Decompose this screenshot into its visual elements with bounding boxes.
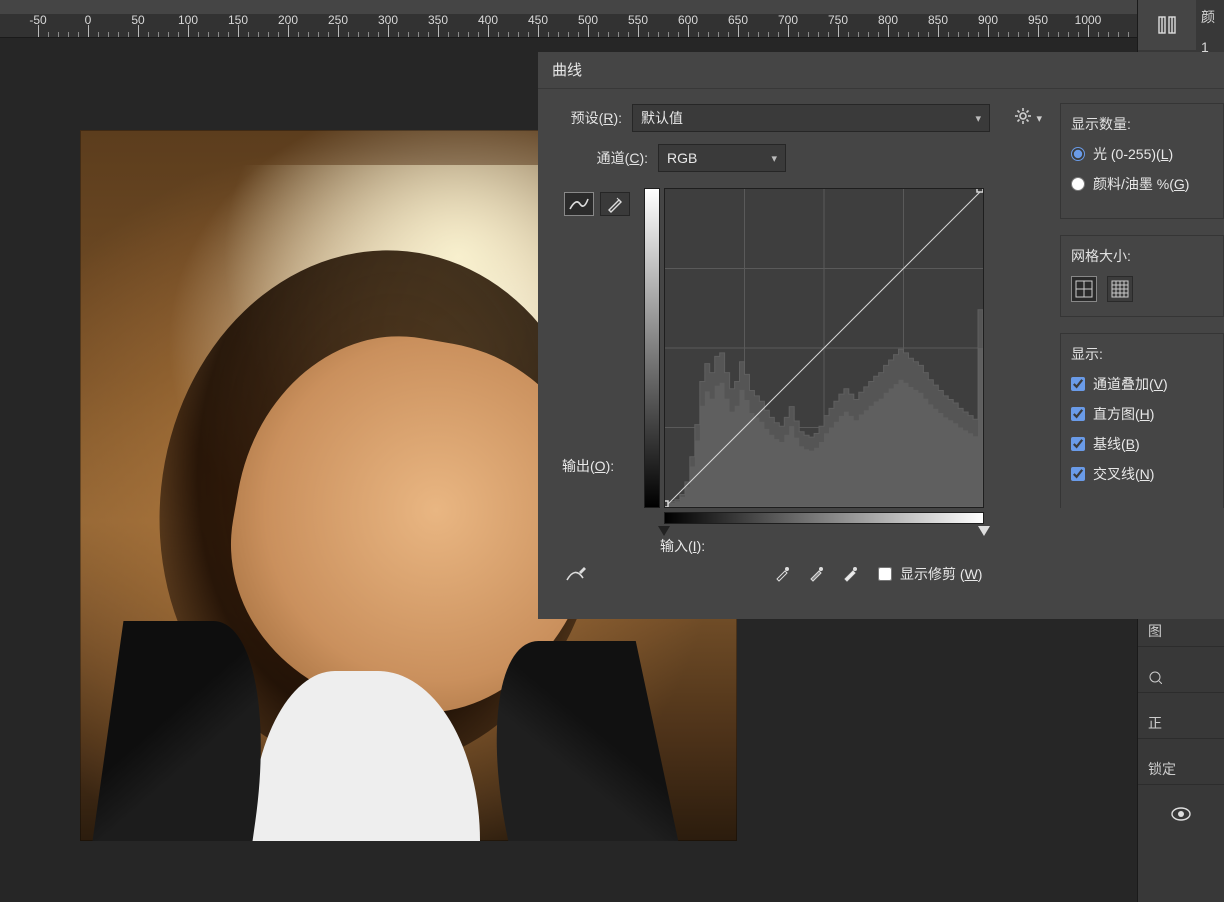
panel-tab-label[interactable]: 颜1 bbox=[1197, 0, 1224, 34]
input-gradient bbox=[664, 512, 984, 524]
input-label: 输入(I): bbox=[660, 536, 705, 556]
panel-row[interactable]: 图 bbox=[1138, 615, 1224, 647]
channel-label: 通道(C): bbox=[550, 148, 648, 168]
targeted-adjustment-tool[interactable] bbox=[564, 562, 592, 586]
radio-light[interactable]: 光 (0-255)(L) bbox=[1071, 144, 1215, 164]
output-label: 输出(O): bbox=[562, 456, 614, 476]
check-intersection[interactable]: 交叉线(N) bbox=[1071, 464, 1215, 484]
check-histogram[interactable]: 直方图(H) bbox=[1071, 404, 1215, 424]
radio-pigment[interactable]: 颜料/油墨 %(G) bbox=[1071, 174, 1215, 194]
preset-label: 预设(R): bbox=[562, 108, 622, 128]
layer-visibility-icon[interactable] bbox=[1138, 799, 1224, 829]
panel-row[interactable]: 锁定 bbox=[1138, 753, 1224, 785]
curve-point-tool[interactable] bbox=[564, 192, 594, 216]
curve-graph[interactable] bbox=[644, 188, 984, 523]
show-clipping-checkbox[interactable]: 显示修剪 (W) bbox=[878, 564, 982, 584]
check-baseline[interactable]: 基线(B) bbox=[1071, 434, 1215, 454]
panel-icon[interactable] bbox=[1138, 0, 1196, 50]
output-gradient bbox=[644, 188, 660, 508]
panel-row[interactable]: 正 bbox=[1138, 707, 1224, 739]
gray-point-eyedropper[interactable] bbox=[806, 564, 826, 584]
preset-select[interactable]: 默认值▾ bbox=[632, 104, 990, 132]
horizontal-ruler: -500501001502002503003504004505005506006… bbox=[0, 14, 1137, 38]
dialog-title: 曲线 bbox=[538, 52, 1224, 89]
gear-icon[interactable]: ▾ bbox=[1014, 107, 1042, 130]
white-point-eyedropper[interactable] bbox=[840, 564, 860, 584]
panel-row[interactable] bbox=[1138, 661, 1224, 693]
grid-4x4-button[interactable] bbox=[1071, 276, 1097, 302]
check-channel-overlay[interactable]: 通道叠加(V) bbox=[1071, 374, 1215, 394]
channel-select[interactable]: RGB▾ bbox=[658, 144, 786, 172]
white-point-slider[interactable] bbox=[978, 526, 990, 536]
show-options-group: 显示: 通道叠加(V) 直方图(H) 基线(B) 交叉线(N) bbox=[1060, 333, 1224, 508]
black-point-slider[interactable] bbox=[658, 526, 670, 536]
grid-size-group: 网格大小: bbox=[1060, 235, 1224, 317]
black-point-eyedropper[interactable] bbox=[772, 564, 792, 584]
curve-pencil-tool[interactable] bbox=[600, 192, 630, 216]
display-amount-group: 显示数量: 光 (0-255)(L) 颜料/油墨 %(G) bbox=[1060, 103, 1224, 219]
grid-10x10-button[interactable] bbox=[1107, 276, 1133, 302]
